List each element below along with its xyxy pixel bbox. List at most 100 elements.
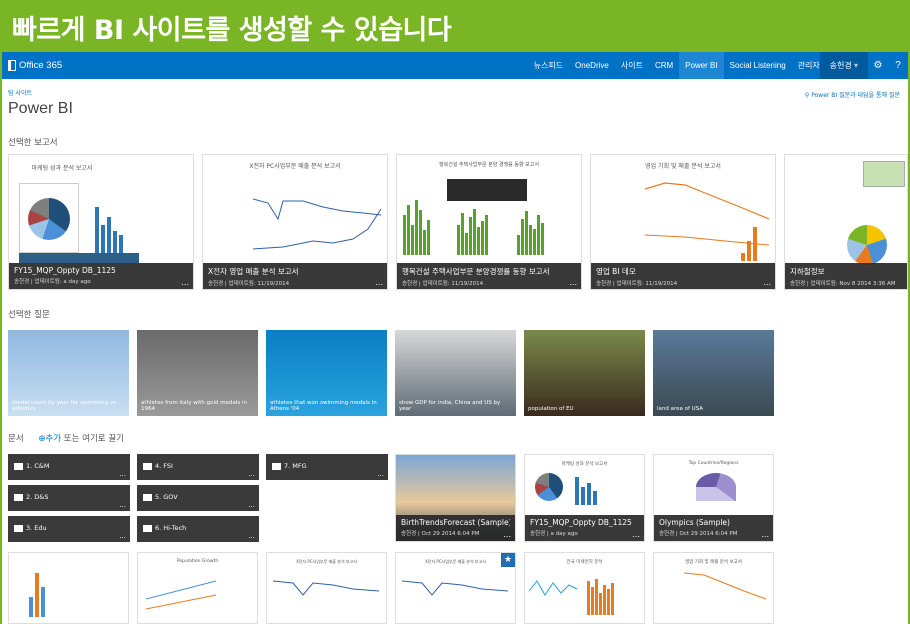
line-chart-icon (273, 580, 380, 596)
donut-chart-icon (696, 473, 736, 501)
bar-chart-icon (457, 205, 488, 255)
thumbnail-title: 영업 기회 및 매출 분석 보고서 (645, 163, 721, 170)
report-card[interactable]: 영업 기회 및 매출 분석 보고서 영업 BI 데모 송헌경 | 업데이트됨: … (590, 154, 776, 290)
folder-label: 3. Edu (26, 524, 47, 532)
report-card[interactable]: X전자 PC사업부문 매출 분석 보고서 X전자 영업 매출 분석 보고서 송헌… (202, 154, 388, 290)
question-tile[interactable]: athletes that won swimming medals in Ath… (266, 330, 387, 416)
report-card[interactable]: 마케팅 성과 분석 보고서 FY15_MQP_Oppty DB_1125 송헌경… (8, 154, 194, 290)
documents-label: 문서 (8, 434, 24, 444)
add-document-link[interactable]: ⊕추가 (38, 434, 61, 444)
folder-icon (143, 494, 152, 501)
folder-tile[interactable]: 2. D&S ... (8, 485, 130, 511)
document-title: FY15_MQP_Oppty DB_1125 (530, 518, 632, 527)
nav-newsfeed[interactable]: 뉴스피드 (528, 52, 569, 79)
report-caption: 영업 BI 데모 송헌경 | 업데이트됨: 11/19/2014 ... (591, 263, 775, 289)
report-title: FY15_MQP_Oppty DB_1125 (14, 266, 116, 275)
document-thumbnail: 영업 기회 및 매출 분석 보고서 (654, 553, 773, 623)
document-card[interactable]: Top Countries/Regions Olympics (Sample) … (653, 454, 774, 542)
banner: 빠르게 BI 사이트를 생성할 수 있습니다 (0, 0, 910, 52)
document-thumbnail: Population Growth (138, 553, 257, 623)
document-card[interactable]: X전자 PC사업부문 매출 분석 보고서 ★ (395, 552, 516, 624)
folder-tile[interactable]: 6. Hi-Tech ... (137, 516, 259, 542)
question-tile[interactable]: medal count by year for swimming vs athl… (8, 330, 129, 416)
more-options-icon[interactable]: ... (248, 501, 255, 509)
bar-chart-icon (575, 473, 597, 505)
folder-icon (143, 463, 152, 470)
folder-label: 7. MFG (284, 462, 307, 470)
user-menu[interactable]: 송헌경 ▾ (819, 52, 868, 79)
more-options-icon[interactable]: ... (377, 470, 384, 478)
gear-icon[interactable]: ⚙ (868, 60, 888, 71)
report-meta: 송헌경 | 업데이트됨: 11/19/2014 (208, 281, 290, 287)
drag-hint: 또는 여기로 끌기 (61, 434, 124, 444)
more-options-icon[interactable]: ... (248, 470, 255, 478)
document-card[interactable]: X전자 PC사업부문 매출 분석 보고서 (266, 552, 387, 624)
question-text: show GDP for india, China and US by year (399, 400, 501, 412)
more-options-icon[interactable]: ... (119, 501, 126, 509)
question-tile[interactable]: land area of USA (653, 330, 774, 416)
more-options-icon[interactable]: ... (181, 278, 189, 287)
nav-powerbi[interactable]: Power BI (679, 52, 724, 79)
folder-tile[interactable]: 7. MFG ... (266, 454, 388, 480)
star-icon[interactable]: ★ (501, 553, 515, 567)
reports-section-label: 선택한 보고서 (8, 138, 58, 148)
report-caption: 행복건설 주택사업부문 분양경쟁률 동향 보고서 송헌경 | 업데이트됨: 11… (397, 263, 581, 289)
more-options-icon[interactable]: ... (119, 470, 126, 478)
help-icon[interactable]: ? (888, 60, 908, 71)
table-header-bar (19, 253, 139, 263)
help-link[interactable]: ⚲ Power BI 질문과 대답을 통해 질문 (805, 90, 900, 99)
more-options-icon[interactable]: ... (248, 532, 255, 540)
folder-tile[interactable]: 3. Edu ... (8, 516, 130, 542)
browser-frame: Office 365 뉴스피드 OneDrive 사이트 CRM Power B… (2, 52, 908, 624)
chevron-down-icon: ▾ (853, 61, 858, 70)
more-options-icon[interactable]: ... (375, 278, 383, 287)
breadcrumb[interactable]: 팀 사이트 (8, 88, 32, 97)
question-tile[interactable]: athletes from italy with gold medals in … (137, 330, 258, 416)
document-card[interactable] (8, 552, 129, 624)
question-tile[interactable]: show GDP for india, China and US by year (395, 330, 516, 416)
folder-label: 5. GOV (155, 493, 178, 501)
office365-launcher[interactable]: Office 365 (8, 60, 62, 71)
report-meta: 송헌경 | 업데이트됨: 11/19/2014 (596, 281, 678, 287)
nav-sites[interactable]: 사이트 (615, 52, 649, 79)
document-card[interactable]: 마케팅 성과 분석 보고서 FY15_MQP_Oppty DB_1125 송헌경… (524, 454, 645, 542)
more-options-icon[interactable]: ... (503, 530, 511, 539)
folder-label: 4. FSI (155, 462, 173, 470)
document-caption: FY15_MQP_Oppty DB_1125 송헌경 | a day ago .… (525, 515, 644, 541)
report-caption: FY15_MQP_Oppty DB_1125 송헌경 | 업데이트됨: a da… (9, 263, 193, 289)
document-card[interactable]: 전국 미세먼지 분석 (524, 552, 645, 624)
line-chart-icon (146, 580, 217, 610)
nav-social-listening[interactable]: Social Listening (724, 52, 792, 79)
more-options-icon[interactable]: ... (761, 530, 769, 539)
nav-crm[interactable]: CRM (649, 52, 679, 79)
document-card[interactable]: Population Growth (137, 552, 258, 624)
folder-tile[interactable]: 4. FSI ... (137, 454, 259, 480)
report-card[interactable]: 지하철정보 송헌경 | 업데이트됨: Nov 8 2014 3:36 AM (784, 154, 908, 290)
document-title: BirthTrendsForecast (Sample) (401, 518, 510, 527)
report-card[interactable]: 행복건설 주택사업부문 분양 경쟁률 동향 보고서 행복건설 주택사업부문 분양… (396, 154, 582, 290)
more-options-icon[interactable]: ... (763, 278, 771, 287)
thumbnail-title: X전자 PC사업부문 매출 분석 보고서 (425, 559, 486, 564)
more-options-icon[interactable]: ... (119, 532, 126, 540)
report-meta: 송헌경 | 업데이트됨: 11/19/2014 (402, 281, 484, 287)
thumbnail-legend-panel (863, 161, 905, 187)
thumbnail-title: 마케팅 성과 분석 보고서 (31, 165, 93, 172)
document-card[interactable]: BirthTrendsForecast (Sample) 송헌경 | Oct 2… (395, 454, 516, 542)
report-caption: X전자 영업 매출 분석 보고서 송헌경 | 업데이트됨: 11/19/2014… (203, 263, 387, 289)
more-options-icon[interactable]: ... (632, 530, 640, 539)
thumbnail-title: X전자 PC사업부문 매출 분석 보고서 (296, 559, 357, 564)
thumbnail-title: Population Growth (176, 559, 219, 564)
suite-nav: 뉴스피드 OneDrive 사이트 CRM Power BI Social Li… (528, 52, 832, 79)
document-caption: BirthTrendsForecast (Sample) 송헌경 | Oct 2… (396, 515, 515, 541)
folder-tile[interactable]: 1. C&M ... (8, 454, 130, 480)
more-options-icon[interactable]: ... (569, 278, 577, 287)
document-card[interactable]: 영업 기회 및 매출 분석 보고서 (653, 552, 774, 624)
folder-tile[interactable]: 5. GOV ... (137, 485, 259, 511)
pie-chart-icon (847, 225, 887, 265)
bar-chart-icon (587, 575, 614, 615)
pie-chart-icon (28, 198, 70, 240)
question-tile[interactable]: population of EU (524, 330, 645, 416)
questions-section-label: 선택한 질문 (8, 310, 50, 320)
report-title: 영업 BI 데모 (596, 267, 636, 276)
nav-onedrive[interactable]: OneDrive (569, 52, 615, 79)
